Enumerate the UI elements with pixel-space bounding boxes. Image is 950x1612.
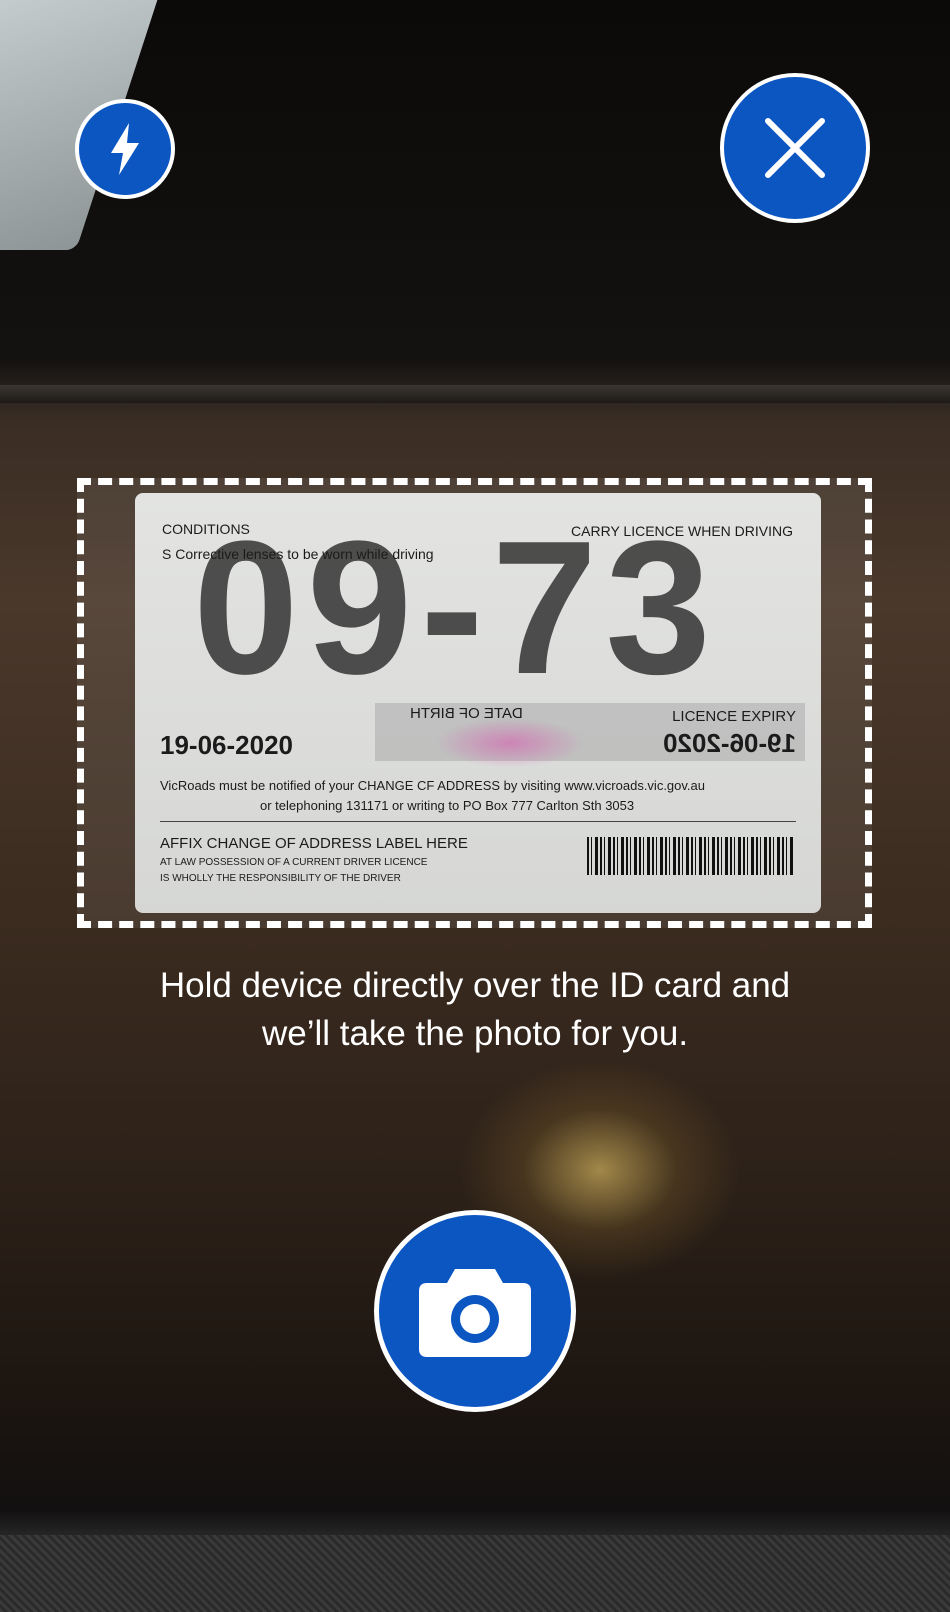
card-notice-line-1: VicRoads must be notified of your CHANGE… (160, 778, 706, 793)
capture-instruction: Hold device directly over the ID card an… (60, 962, 890, 1058)
camera-capture-screen: 09-73 CONDITIONS CARRY LICENCE WHEN DRIV… (0, 0, 950, 1612)
card-expiry-label: LICENCE EXPIRY (672, 708, 796, 725)
flash-icon (111, 123, 139, 175)
card-carry-notice: CARRY LICENCE WHEN DRIVING (571, 523, 793, 539)
camera-icon (419, 1269, 531, 1357)
flash-toggle-button[interactable] (75, 99, 175, 199)
id-card-preview: 09-73 CONDITIONS CARRY LICENCE WHEN DRIV… (135, 493, 821, 913)
card-expiry-value: 19-06-2020 (663, 728, 796, 759)
card-notice-line-2: or telephoning 131171 or writing to PO B… (260, 798, 635, 813)
capture-instruction-line-1: Hold device directly over the ID card an… (159, 966, 791, 1005)
card-divider (160, 821, 796, 822)
card-law-line-1: AT LAW POSSESSION OF A CURRENT DRIVER LI… (160, 857, 428, 868)
camera-background-floor (0, 1535, 950, 1612)
card-conditions-label: CONDITIONS (162, 521, 250, 537)
card-dob-label: DATE OF BIRTH (410, 705, 523, 722)
camera-background-table-edge (0, 385, 950, 403)
card-affix-label: AFFIX CHANGE OF ADDRESS LABEL HERE (160, 835, 468, 852)
card-date: 19-06-2020 (160, 730, 293, 760)
close-icon (765, 118, 825, 178)
card-big-number: 09-73 (193, 502, 719, 714)
card-dob-label-text: DATE OF BIRTH (410, 705, 523, 722)
card-law-line-2: IS WHOLLY THE RESPONSIBILITY OF THE DRIV… (160, 873, 401, 884)
capture-instruction-line-2: we’ll take the photo for you. (261, 1014, 689, 1053)
card-barcode (587, 837, 793, 875)
close-button[interactable] (720, 73, 870, 223)
card-conditions-text: S Corrective lenses to be worn while dri… (162, 546, 434, 562)
card-expiry-value-text: 19-06-2020 (663, 728, 796, 758)
card-hologram (435, 718, 585, 768)
take-photo-button[interactable] (374, 1210, 576, 1412)
